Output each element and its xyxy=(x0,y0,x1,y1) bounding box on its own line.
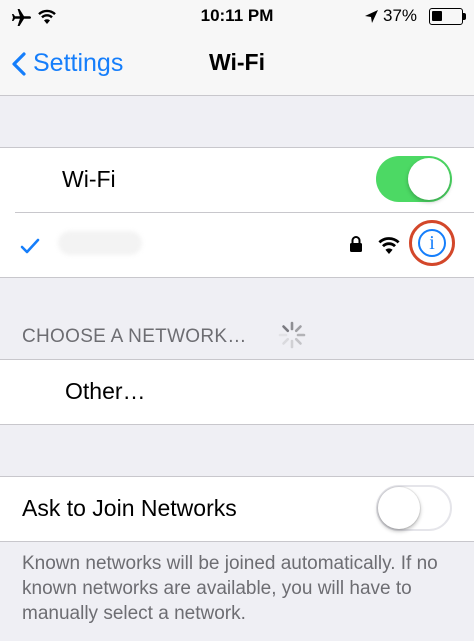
wifi-toggle-row: Wi-Fi xyxy=(0,148,474,212)
ask-to-join-toggle-knob xyxy=(378,487,420,529)
battery-percent: 37% xyxy=(383,6,418,25)
choose-network-header: CHOOSE A NETWORK… xyxy=(22,326,247,347)
navigation-bar: Settings Wi-Fi xyxy=(0,34,474,96)
other-network-group: Other… xyxy=(0,359,474,425)
other-network-row[interactable]: Other… xyxy=(0,360,474,424)
page-title: Wi-Fi xyxy=(209,49,265,75)
wifi-toggle[interactable] xyxy=(376,156,452,202)
ask-to-join-label: Ask to Join Networks xyxy=(22,495,237,521)
info-icon: i xyxy=(418,229,446,257)
wifi-toggle-knob xyxy=(408,158,450,200)
loading-spinner-icon xyxy=(278,321,306,349)
ask-to-join-group: Ask to Join Networks xyxy=(0,476,474,542)
ask-to-join-toggle[interactable] xyxy=(376,485,452,531)
other-network-label: Other… xyxy=(65,378,146,404)
battery-cap xyxy=(463,13,466,20)
wifi-group: Wi-Fi xyxy=(0,147,474,278)
lock-icon xyxy=(350,236,362,252)
battery-icon xyxy=(429,8,463,25)
ask-to-join-footer: Known networks will be joined automatica… xyxy=(22,553,438,624)
connected-network-name xyxy=(58,231,142,255)
status-bar: 10:11 PM 37% xyxy=(0,0,474,34)
checkmark-icon xyxy=(20,238,40,254)
network-info-button[interactable]: i xyxy=(409,220,455,266)
battery-fill xyxy=(432,11,442,21)
ask-to-join-row: Ask to Join Networks xyxy=(0,477,474,541)
wifi-label: Wi-Fi xyxy=(62,166,116,192)
wifi-signal-icon xyxy=(378,237,400,254)
location-arrow-icon xyxy=(365,10,378,23)
